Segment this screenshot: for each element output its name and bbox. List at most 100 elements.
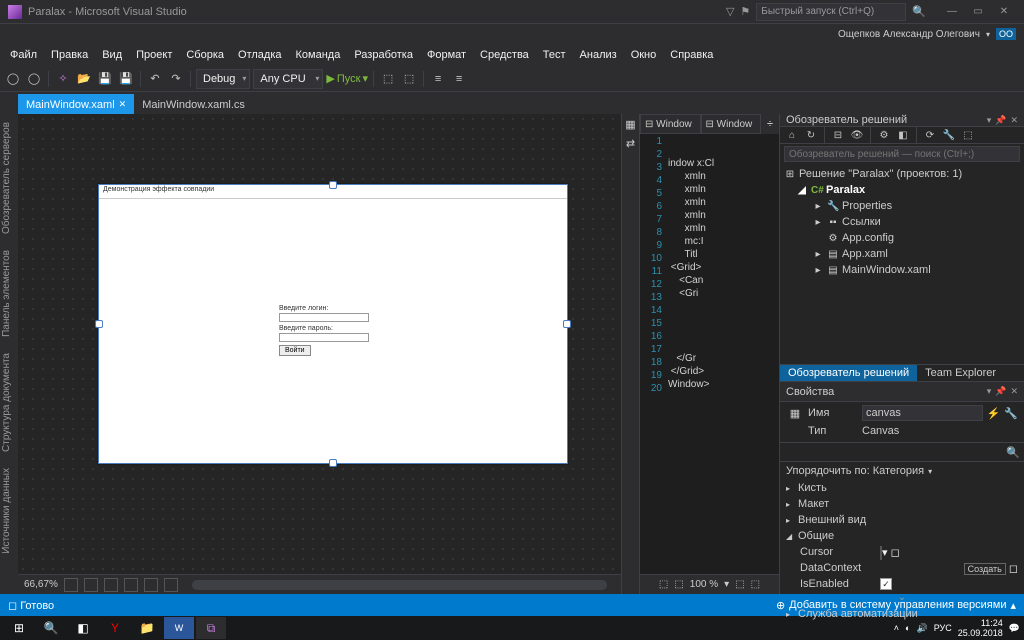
split-icon-2[interactable]: ⬚	[674, 579, 683, 590]
search-icon[interactable]: 🔍	[36, 617, 66, 639]
start-button[interactable]: ▶ Пуск ▾	[326, 72, 368, 85]
menu-test[interactable]: Тест	[537, 47, 572, 63]
password-input[interactable]	[279, 333, 369, 342]
close-icon[interactable]: ✕	[119, 99, 127, 110]
menu-format[interactable]: Формат	[421, 47, 472, 63]
refresh-icon[interactable]: ↻	[803, 127, 819, 143]
notification-icon[interactable]: ▽	[726, 5, 734, 18]
quick-launch-input[interactable]: Быстрый запуск (Ctrl+Q)	[756, 3, 906, 21]
maximize-button[interactable]: ▭	[966, 3, 990, 21]
login-input[interactable]	[279, 313, 369, 322]
prop-cursor[interactable]: Cursor ▾ ◻	[780, 544, 1024, 560]
sync-icon[interactable]: ⟳	[922, 127, 938, 143]
tab-mainwindow-xaml-cs[interactable]: MainWindow.xaml.cs	[134, 94, 253, 114]
vs-taskbar-icon[interactable]: ⧉	[196, 617, 226, 639]
notifications-icon[interactable]: 💬	[1009, 623, 1020, 634]
menu-team[interactable]: Команда	[290, 47, 347, 63]
word-icon[interactable]: W	[164, 617, 194, 639]
resize-handle-left[interactable]	[95, 320, 103, 328]
menu-edit[interactable]: Правка	[45, 47, 94, 63]
menu-build[interactable]: Сборка	[180, 47, 230, 63]
pin-icon[interactable]: 📌	[995, 386, 1006, 397]
tree-appconfig[interactable]: ⚙App.config	[784, 230, 1020, 246]
undo-icon[interactable]: ↶	[146, 70, 164, 88]
preview-icon[interactable]: ◧	[895, 127, 911, 143]
collapse-icon[interactable]: ⊟	[830, 127, 846, 143]
resize-handle-bottom[interactable]	[329, 459, 337, 467]
designer-canvas[interactable]: Демонстрация эффекта совпадии Введите ло…	[18, 114, 621, 574]
tab-team-explorer[interactable]: Team Explorer	[917, 365, 1004, 381]
menu-window[interactable]: Окно	[625, 47, 663, 63]
tool-icon-4[interactable]: ≡	[450, 70, 468, 88]
zoom-level[interactable]: 66,67%	[24, 579, 58, 590]
code-tab-2[interactable]: ⊟ Window	[701, 114, 762, 134]
new-project-icon[interactable]: ✧	[54, 70, 72, 88]
code-zoom[interactable]: 100 %	[690, 579, 718, 590]
save-icon[interactable]: 💾	[96, 70, 114, 88]
menu-help[interactable]: Справка	[664, 47, 719, 63]
prop-datacontext[interactable]: DataContextСоздать ◻	[780, 560, 1024, 576]
open-icon[interactable]: 📂	[75, 70, 93, 88]
menu-analyze[interactable]: Анализ	[574, 47, 623, 63]
option-icon-3[interactable]	[164, 578, 178, 592]
menu-file[interactable]: Файл	[4, 47, 43, 63]
resize-handle-right[interactable]	[563, 320, 571, 328]
clock[interactable]: 11:24 25.09.2018	[958, 618, 1003, 638]
flag-icon[interactable]: ⚑	[740, 5, 750, 18]
wrench-icon[interactable]: 🔧	[1004, 407, 1018, 420]
tree-properties[interactable]: ▸🔧Properties	[784, 198, 1020, 214]
tab-solution-explorer[interactable]: Обозреватель решений	[780, 365, 917, 381]
menu-project[interactable]: Проект	[130, 47, 178, 63]
close-icon[interactable]: ✕	[1010, 115, 1018, 126]
back-icon[interactable]: ◯	[4, 70, 22, 88]
chevron-down-icon[interactable]: ▾	[986, 30, 990, 39]
minimize-button[interactable]: —	[940, 3, 964, 21]
yandex-icon[interactable]: Y	[100, 617, 130, 639]
tray-lang[interactable]: РУС	[934, 623, 952, 633]
cat-layout[interactable]: ▸Макет	[780, 496, 1024, 512]
explorer-icon[interactable]: 📁	[132, 617, 162, 639]
rail-server-explorer[interactable]: Обозреватель серверов	[0, 118, 18, 238]
close-button[interactable]: ✕	[992, 3, 1016, 21]
save-all-icon[interactable]: 💾	[117, 70, 135, 88]
option-icon-1[interactable]	[124, 578, 138, 592]
start-button[interactable]: ⊞	[4, 617, 34, 639]
tree-appxaml[interactable]: ▸▤App.xaml	[784, 246, 1020, 262]
home-icon[interactable]: ⌂	[784, 127, 800, 143]
search-icon[interactable]: 🔍	[912, 5, 926, 18]
wrench-icon[interactable]: 🔧	[941, 127, 957, 143]
resize-handle-top[interactable]	[329, 181, 337, 189]
diff-icon[interactable]: ⬚	[960, 127, 976, 143]
tray-chevron-icon[interactable]: ˄	[894, 623, 899, 633]
cat-appearance[interactable]: ▸Внешний вид	[780, 512, 1024, 528]
split-icon-1[interactable]: ⬚	[659, 579, 668, 590]
option-icon-2[interactable]	[144, 578, 158, 592]
close-icon[interactable]: ✕	[1010, 386, 1018, 397]
user-name[interactable]: Ощепков Александр Олегович	[838, 29, 980, 40]
cat-brush[interactable]: ▸Кисть	[780, 480, 1024, 496]
rail-data-sources[interactable]: Источники данных	[0, 464, 18, 558]
user-badge[interactable]: ОО	[996, 28, 1016, 40]
rail-doc-outline[interactable]: Структура документа	[0, 349, 18, 456]
forward-icon[interactable]: ◯	[25, 70, 43, 88]
dropdown-icon[interactable]: ▾	[987, 115, 992, 126]
horizontal-scrollbar[interactable]	[192, 580, 607, 590]
name-value[interactable]: canvas	[862, 405, 983, 421]
split-icon-3[interactable]: ⬚	[735, 579, 744, 590]
events-icon[interactable]: ⚡	[987, 407, 1001, 420]
pin-icon[interactable]: 📌	[995, 115, 1006, 126]
tool-icon-1[interactable]: ⬚	[379, 70, 397, 88]
menu-design[interactable]: Разработка	[348, 47, 419, 63]
config-combo[interactable]: Debug	[196, 69, 250, 89]
menu-debug[interactable]: Отладка	[232, 47, 287, 63]
solution-search-input[interactable]	[784, 146, 1020, 162]
checkbox-icon[interactable]: ✓	[880, 578, 892, 590]
dropdown-icon[interactable]: ▾	[987, 386, 992, 397]
login-button[interactable]: Войти	[279, 345, 311, 356]
tray-icon-2[interactable]: 🔊	[916, 623, 927, 634]
window-preview[interactable]: Демонстрация эффекта совпадии Введите ло…	[98, 184, 568, 464]
fx-icon[interactable]	[64, 578, 78, 592]
show-all-icon[interactable]: 👁	[849, 127, 865, 143]
tree-references[interactable]: ▸▪▪Ссылки	[784, 214, 1020, 230]
tool-icon-2[interactable]: ⬚	[400, 70, 418, 88]
